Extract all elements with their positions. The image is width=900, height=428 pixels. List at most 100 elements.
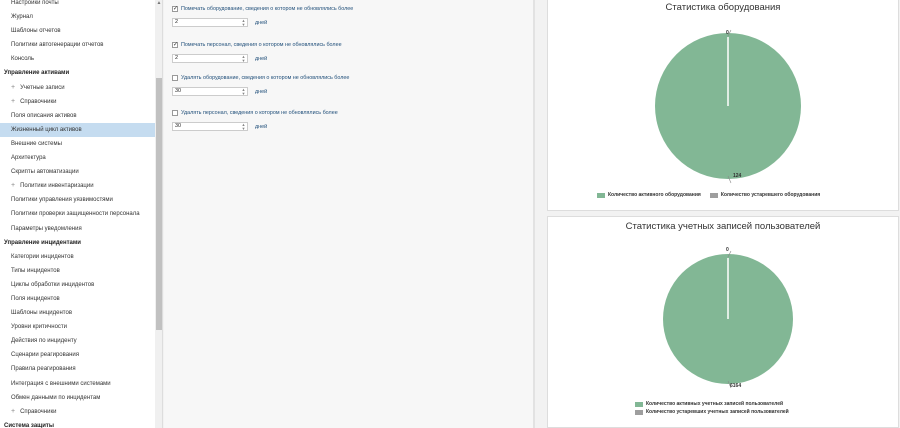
sidebar-item-label: Справочники bbox=[20, 408, 57, 415]
expand-plus-icon[interactable]: + bbox=[11, 408, 15, 415]
legend-label: Количество устаревших учетных записей по… bbox=[646, 409, 789, 415]
sidebar-item[interactable]: Интеграция с внешними системами bbox=[0, 377, 155, 391]
sidebar-item[interactable]: Правила реагирования bbox=[0, 362, 155, 376]
delete-personnel-checkbox[interactable] bbox=[172, 110, 178, 116]
sidebar-item[interactable]: Внешние системы bbox=[0, 137, 155, 151]
delete-equipment-option[interactable]: Удалять оборудование, сведения о котором… bbox=[172, 73, 349, 83]
sidebar-item[interactable]: Политики проверки защищенности персонала bbox=[0, 207, 155, 221]
delete-personnel-days-input[interactable]: 30 ▲ ▼ bbox=[172, 122, 248, 131]
sidebar-item-label: Настройки почты bbox=[11, 0, 59, 6]
sidebar-item-label: Журнал bbox=[11, 14, 33, 21]
sidebar-item-label: Поля описания активов bbox=[11, 112, 77, 119]
legend-item-active-equipment[interactable]: Количество активного оборудования bbox=[597, 192, 701, 198]
sidebar-item[interactable]: Параметры уведомления bbox=[0, 222, 155, 236]
expand-plus-icon[interactable]: + bbox=[11, 98, 15, 105]
delete-equipment-days-input[interactable]: 30 ▲ ▼ bbox=[172, 87, 248, 96]
lifecycle-settings-form: Помечать оборудование, сведения о которо… bbox=[164, 0, 533, 428]
sidebar-item[interactable]: Уровни критичности bbox=[0, 320, 155, 334]
accounts-pie-chart bbox=[663, 250, 793, 389]
delete-personnel-unit: дней bbox=[255, 123, 268, 130]
sidebar-item[interactable]: Журнал bbox=[0, 10, 155, 24]
legend-item-outdated-accounts[interactable]: Количество устаревших учетных записей по… bbox=[635, 409, 789, 415]
accounts-legend: Количество активных учетных записей поль… bbox=[635, 401, 789, 415]
sidebar-section-header[interactable]: Управление активами bbox=[0, 66, 155, 80]
sidebar-menu: Настройки почты Журнал Шаблоны отчетов Поли… bbox=[0, 0, 155, 428]
mark-personnel-days-value: 2 bbox=[175, 55, 178, 61]
expand-plus-icon[interactable]: + bbox=[11, 182, 15, 189]
equipment-legend: Количество активного оборудования Количе… bbox=[597, 192, 820, 198]
sidebar-item-label: Уровни критичности bbox=[11, 324, 68, 331]
sidebar-item-label: Типы инцидентов bbox=[11, 267, 60, 274]
legend-label: Количество активных учетных записей поль… bbox=[646, 401, 784, 407]
stepper-icon[interactable]: ▲ ▼ bbox=[241, 55, 246, 63]
sidebar-item[interactable]: Архитектура bbox=[0, 151, 155, 165]
stepper-icon[interactable]: ▲ ▼ bbox=[241, 123, 246, 131]
sidebar-item-label: Поля инцидентов bbox=[11, 295, 60, 302]
form-group-mark-equipment: Помечать оборудование, сведения о которо… bbox=[172, 4, 353, 27]
expand-plus-icon[interactable]: + bbox=[11, 84, 15, 91]
delete-equipment-days-value: 30 bbox=[175, 88, 181, 94]
mark-personnel-checkbox[interactable] bbox=[172, 41, 178, 48]
sidebar-item[interactable]: + Справочники bbox=[0, 95, 155, 109]
sidebar-item-label: Политики проверки защищенности персонала bbox=[11, 211, 140, 218]
legend-swatch bbox=[597, 192, 605, 198]
sidebar-item[interactable]: Поля инцидентов bbox=[0, 292, 155, 306]
form-group-delete-personnel: Удалять персонал, сведения о котором не … bbox=[172, 108, 338, 131]
sidebar-item[interactable]: Циклы обработки инцидентов bbox=[0, 278, 155, 292]
sidebar-item-label: Параметры уведомления bbox=[11, 225, 82, 232]
sidebar-item[interactable]: Консоль bbox=[0, 52, 155, 66]
mark-personnel-unit: дней bbox=[255, 55, 268, 62]
sidebar-item[interactable]: + Справочники bbox=[0, 405, 155, 419]
scrollbar-thumb[interactable] bbox=[156, 78, 162, 330]
legend-label: Количество активного оборудования bbox=[608, 192, 701, 198]
sidebar-item-label: Сценарии реагирования bbox=[11, 352, 79, 359]
sidebar-item[interactable]: Политики автогенерации отчетов bbox=[0, 38, 155, 52]
sidebar-item[interactable]: + Политики инвентаризации bbox=[0, 179, 155, 193]
sidebar-item[interactable]: Типы инцидентов bbox=[0, 264, 155, 278]
sidebar-item-label: Действия по инциденту bbox=[11, 338, 77, 345]
sidebar-item[interactable]: Категории инцидентов bbox=[0, 250, 155, 264]
sidebar-item[interactable]: Шаблоны инцидентов bbox=[0, 306, 155, 320]
sidebar-item[interactable]: Действия по инциденту bbox=[0, 334, 155, 348]
delete-personnel-days-value: 30 bbox=[175, 123, 181, 129]
outdated-accounts-data-label: 0 bbox=[726, 247, 729, 253]
delete-equipment-unit: дней bbox=[255, 88, 268, 95]
mark-personnel-days-input[interactable]: 2 ▲ ▼ bbox=[172, 54, 248, 63]
sidebar-scrollbar[interactable]: ▲ bbox=[155, 0, 162, 428]
equipment-stats-panel: Статистика оборудования 0 124 Количество… bbox=[547, 0, 899, 211]
sidebar-item-label: Правила реагирования bbox=[11, 366, 76, 373]
sidebar-item-label: Система защиты bbox=[4, 422, 54, 428]
sidebar-item[interactable]: Шаблоны отчетов bbox=[0, 24, 155, 38]
accounts-stats-panel: Статистика учетных записей пользователей… bbox=[547, 216, 899, 428]
sidebar-item[interactable]: Сценарии реагирования bbox=[0, 348, 155, 362]
sidebar-item-label: Скрипты автоматизации bbox=[11, 169, 79, 176]
sidebar-item[interactable]: Политики управления уязвимостями bbox=[0, 193, 155, 207]
legend-item-active-accounts[interactable]: Количество активных учетных записей поль… bbox=[635, 401, 789, 407]
mark-equipment-option[interactable]: Помечать оборудование, сведения о которо… bbox=[172, 4, 353, 14]
scroll-up-arrow-icon[interactable]: ▲ bbox=[156, 0, 162, 6]
sidebar-item[interactable]: Настройки почты bbox=[0, 0, 155, 10]
sidebar-item[interactable]: Жизненный цикл активов bbox=[0, 122, 155, 137]
sidebar-section-header[interactable]: Система защиты bbox=[0, 419, 155, 428]
mark-equipment-days-input[interactable]: 2 ▲ ▼ bbox=[172, 18, 248, 27]
sidebar-item-label: Управление активами bbox=[4, 70, 70, 77]
delete-personnel-option[interactable]: Удалять персонал, сведения о котором не … bbox=[172, 108, 338, 118]
sidebar-item-label: Шаблоны отчетов bbox=[11, 28, 61, 35]
sidebar-item-label: Циклы обработки инцидентов bbox=[11, 281, 95, 288]
sidebar-item[interactable]: + Учетные записи bbox=[0, 81, 155, 95]
sidebar-item[interactable]: Обмен данными по инцидентам bbox=[0, 391, 155, 405]
mark-equipment-unit: дней bbox=[255, 19, 268, 26]
stepper-icon[interactable]: ▲ ▼ bbox=[241, 88, 246, 96]
sidebar-item[interactable]: Поля описания активов bbox=[0, 109, 155, 123]
delete-equipment-checkbox[interactable] bbox=[172, 75, 178, 81]
mark-equipment-checkbox[interactable] bbox=[172, 5, 178, 12]
sidebar-item-label: Архитектура bbox=[11, 155, 46, 162]
sidebar-item-label: Управление инцидентами bbox=[4, 239, 81, 246]
legend-item-outdated-equipment[interactable]: Количество устаревшего оборудования bbox=[709, 192, 820, 198]
stepper-icon[interactable]: ▲ ▼ bbox=[241, 19, 246, 27]
sidebar-item[interactable]: Скрипты автоматизации bbox=[0, 165, 155, 179]
equipment-pie-chart bbox=[655, 29, 801, 184]
mark-personnel-option[interactable]: Помечать персонал, сведения о котором не… bbox=[172, 40, 342, 50]
settings-sidebar: Настройки почты Журнал Шаблоны отчетов Поли… bbox=[0, 0, 163, 428]
sidebar-section-header[interactable]: Управление инцидентами bbox=[0, 236, 155, 250]
